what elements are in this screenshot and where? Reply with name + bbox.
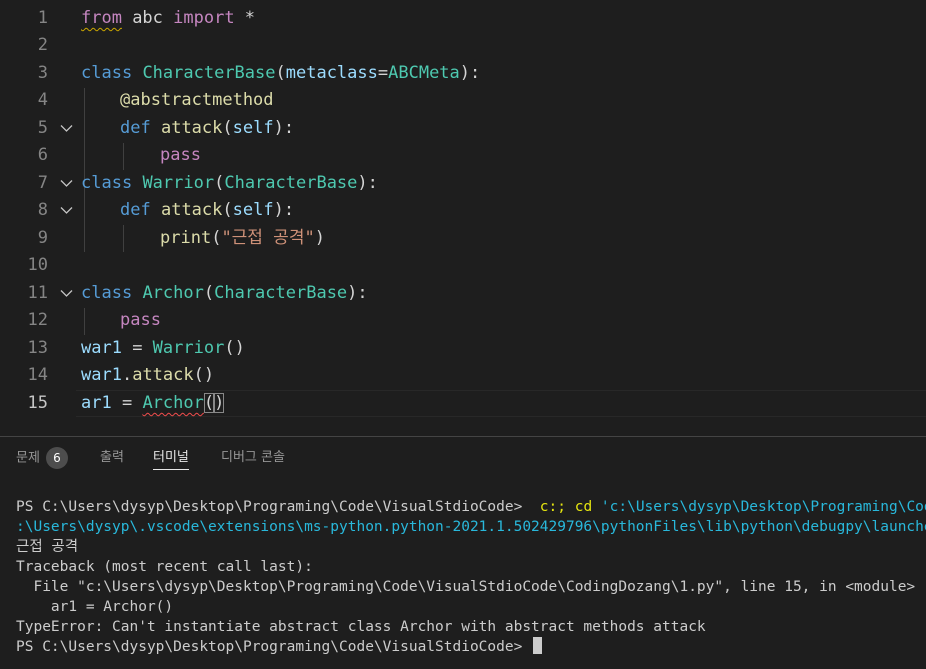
line-number: 12 <box>27 310 48 330</box>
code-text: class Archor(CharacterBase): <box>81 283 368 303</box>
code-text: def attack(self): <box>120 200 295 220</box>
tab-output[interactable]: 출력 <box>100 447 124 469</box>
terminal-prompt-line: PS C:\Users\dysyp\Desktop\Programing\Cod… <box>16 637 543 657</box>
fold-chevron-icon[interactable] <box>60 115 74 142</box>
code-text: @abstractmethod <box>120 90 274 110</box>
code-text: from abc import * <box>81 8 256 28</box>
code-line[interactable]: 11 class Archor(CharacterBase): <box>0 280 926 307</box>
line-number: 6 <box>37 145 48 165</box>
code-text: class Warrior(CharacterBase): <box>81 173 378 193</box>
code-line[interactable]: 6 pass <box>0 142 926 169</box>
code-text: pass <box>160 145 201 165</box>
terminal[interactable]: PS C:\Users\dysyp\Desktop\Programing\Cod… <box>0 482 926 669</box>
line-number: 13 <box>27 338 48 358</box>
line-number: 11 <box>27 283 48 303</box>
code-text: def attack(self): <box>120 118 295 138</box>
code-text: print("근접 공격") <box>160 228 325 248</box>
code-line[interactable]: 4 @abstractmethod <box>0 87 926 114</box>
code-line[interactable]: 15 ar1 = Archor() <box>0 390 926 417</box>
code-line[interactable]: 8 def attack(self): <box>0 197 926 224</box>
line-number: 1 <box>37 8 48 28</box>
terminal-line: :\Users\dysyp\.vscode\extensions\ms-pyth… <box>16 519 926 535</box>
terminal-line: 근접 공격 <box>16 539 79 555</box>
line-number: 10 <box>27 255 48 275</box>
code-text: pass <box>120 310 161 330</box>
tab-problems[interactable]: 문제 6 <box>16 447 68 470</box>
line-number: 9 <box>37 228 48 248</box>
code-line[interactable]: 3 class CharacterBase(metaclass=ABCMeta)… <box>0 60 926 87</box>
line-number: 3 <box>37 63 48 83</box>
panel-tab-bar: 문제 6 출력 터미널 디버그 콘솔 <box>0 436 926 482</box>
terminal-cursor <box>533 637 543 654</box>
terminal-line: Traceback (most recent call last): <box>16 559 313 575</box>
tab-terminal[interactable]: 터미널 <box>153 447 189 470</box>
terminal-line: ar1 = Archor() <box>16 599 174 615</box>
fold-chevron-icon[interactable] <box>60 170 74 197</box>
code-line[interactable]: 1 from abc import * <box>0 5 926 32</box>
code-line[interactable]: 13 war1 = Warrior() <box>0 335 926 362</box>
line-number: 4 <box>37 90 48 110</box>
terminal-line: File "c:\Users\dysyp\Desktop\Programing\… <box>16 579 916 595</box>
code-text: class CharacterBase(metaclass=ABCMeta): <box>81 63 481 83</box>
code-line[interactable]: 10 <box>0 252 926 279</box>
code-line[interactable]: 5 def attack(self): <box>0 115 926 142</box>
line-number: 7 <box>37 173 48 193</box>
line-number: 2 <box>37 35 48 55</box>
line-number: 5 <box>37 118 48 138</box>
code-text: ar1 = Archor() <box>81 393 225 413</box>
tab-problems-label: 문제 <box>16 450 40 466</box>
tab-debug-console[interactable]: 디버그 콘솔 <box>221 447 285 469</box>
code-line[interactable]: 2 <box>0 32 926 59</box>
code-line[interactable]: 7 class Warrior(CharacterBase): <box>0 170 926 197</box>
fold-chevron-icon[interactable] <box>60 280 74 307</box>
terminal-line: TypeError: Can't instantiate abstract cl… <box>16 619 706 635</box>
line-number: 8 <box>37 200 48 220</box>
terminal-line: PS C:\Users\dysyp\Desktop\Programing\Cod… <box>16 499 926 515</box>
code-line[interactable]: 14 war1.attack() <box>0 362 926 389</box>
problems-count-badge: 6 <box>45 447 68 469</box>
code-text: war1.attack() <box>81 365 215 385</box>
code-line[interactable]: 9 print("근접 공격") <box>0 225 926 252</box>
code-line[interactable]: 12 pass <box>0 307 926 334</box>
code-text: war1 = Warrior() <box>81 338 245 358</box>
fold-chevron-icon[interactable] <box>60 197 74 224</box>
code-editor[interactable]: 1 from abc import * 2 3 class CharacterB… <box>0 0 926 436</box>
line-number: 15 <box>27 393 48 413</box>
line-number: 14 <box>27 365 48 385</box>
